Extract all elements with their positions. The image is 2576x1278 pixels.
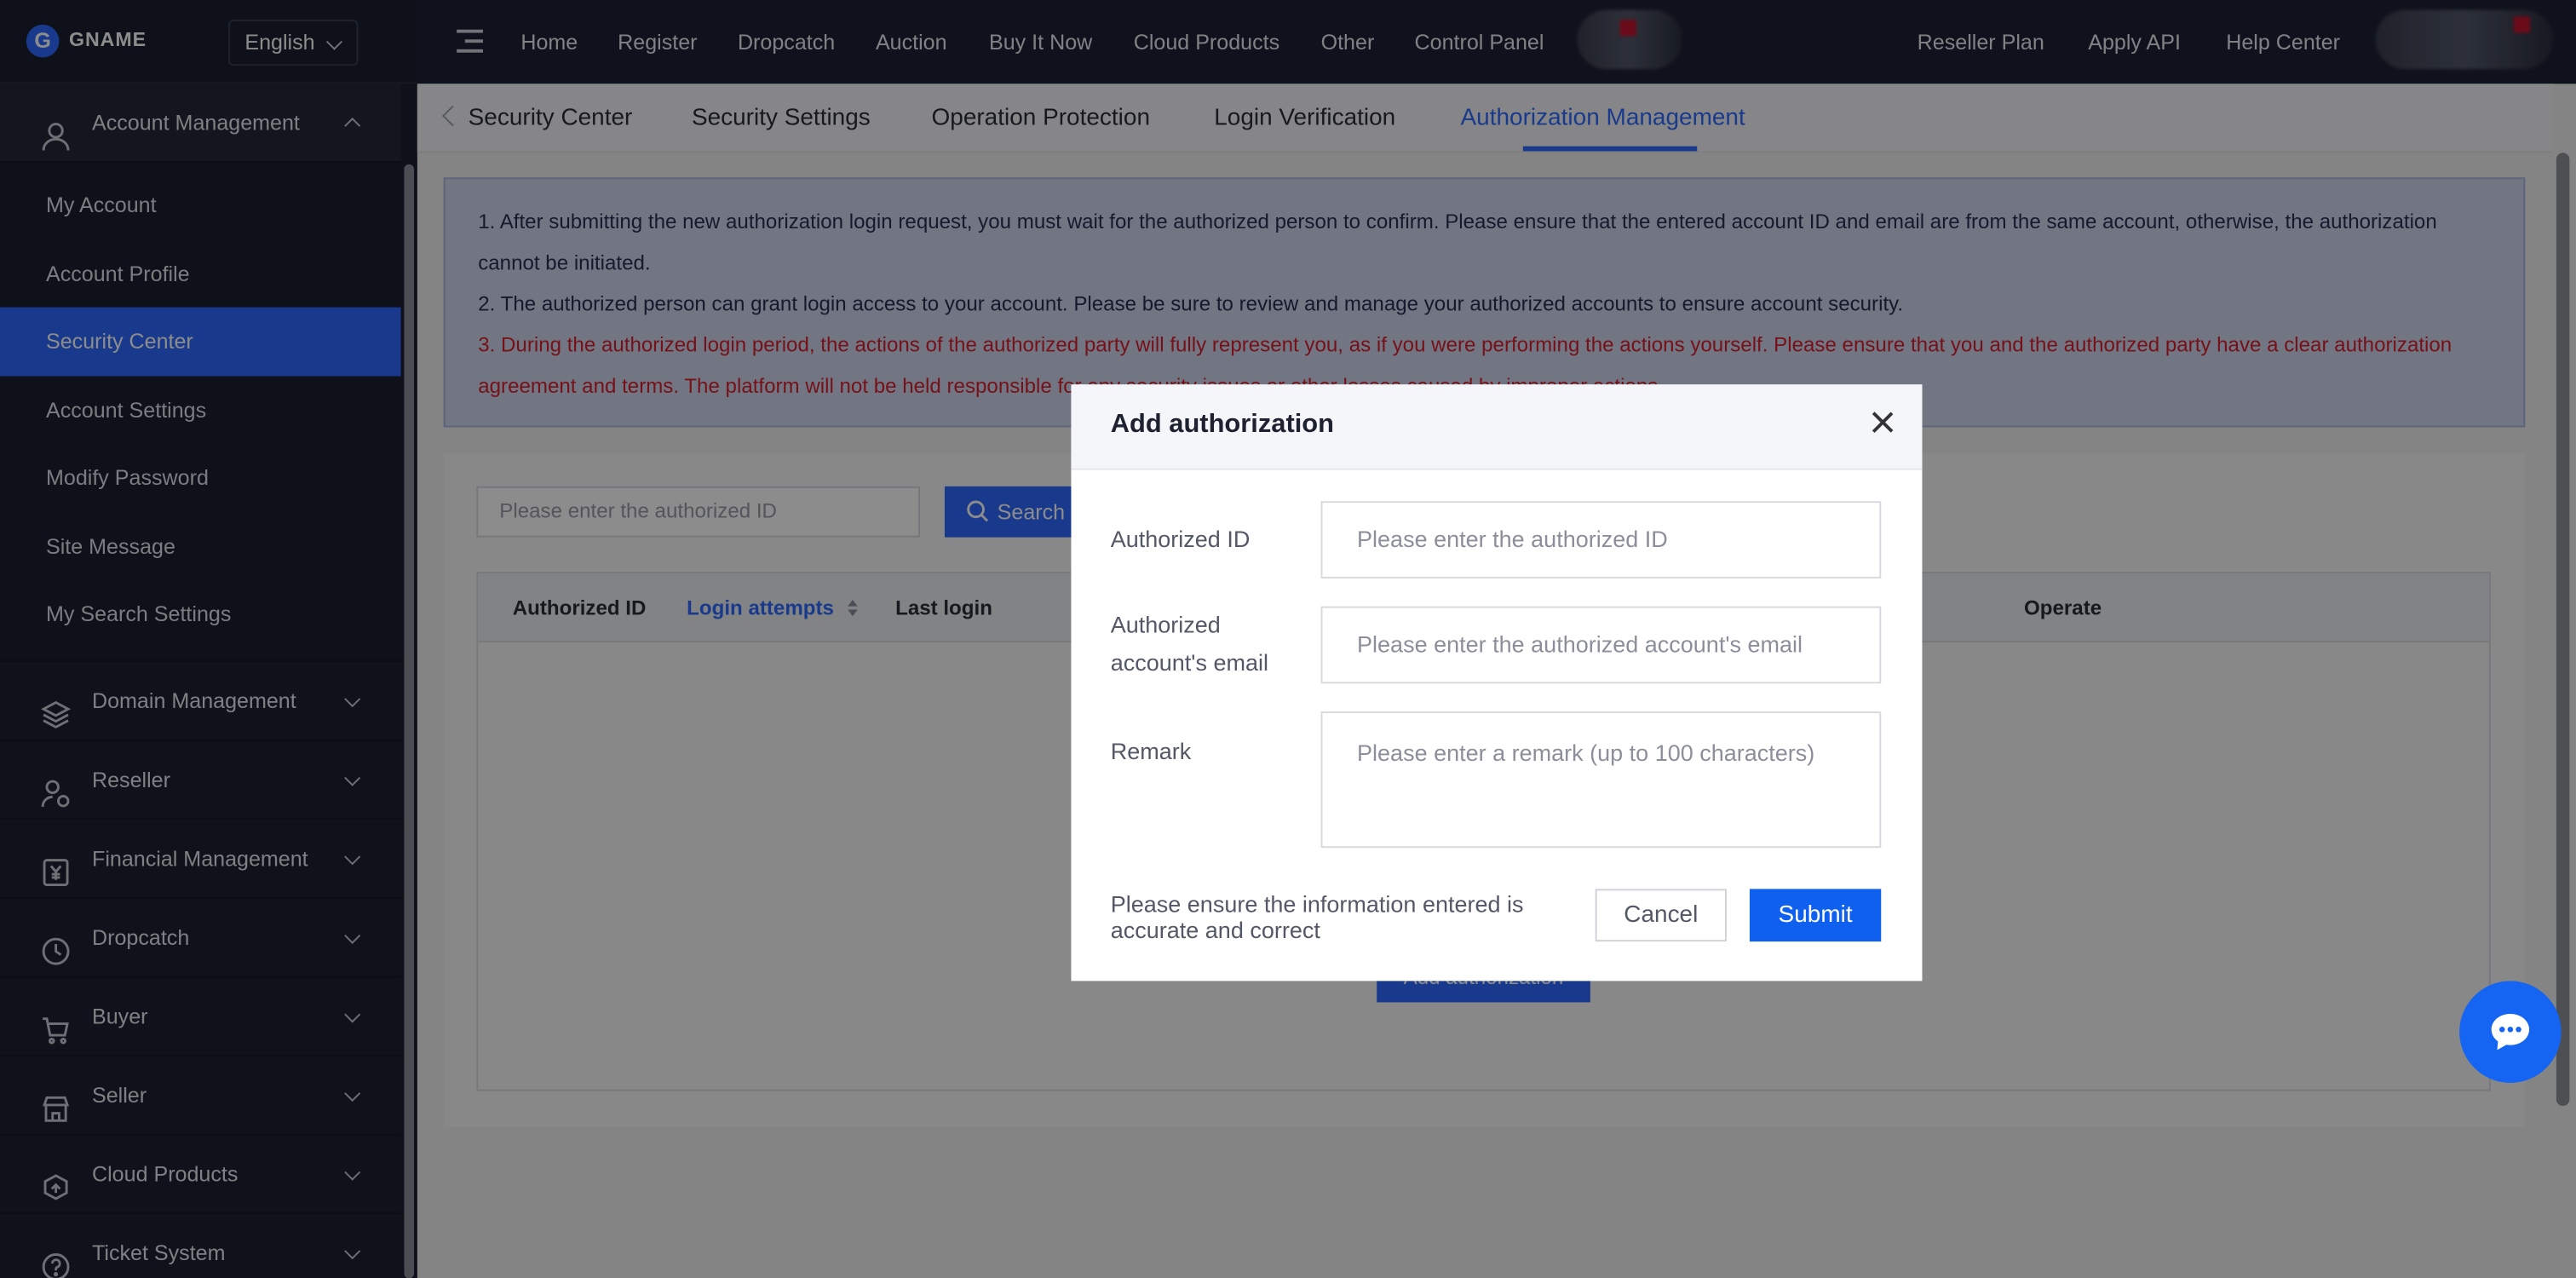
cancel-button[interactable]: Cancel	[1595, 889, 1727, 942]
close-icon[interactable]	[1870, 409, 1896, 435]
dialog-title: Add authorization	[1110, 411, 1334, 439]
app-root: G GNAME English Account Management My Ac…	[0, 0, 2576, 1278]
chat-support-button[interactable]	[2459, 981, 2562, 1083]
remark-textarea[interactable]: Please enter a remark (up to 100 charact…	[1320, 711, 1882, 849]
authorized-email-input[interactable]: Please enter the authorized account's em…	[1320, 606, 1882, 684]
authorized-id-label: Authorized ID	[1110, 526, 1251, 553]
add-authorization-dialog: Add authorization Authorized ID Please e…	[1071, 384, 1923, 982]
dialog-header: Add authorization	[1071, 384, 1923, 470]
chat-bubble-icon	[2491, 1013, 2530, 1051]
submit-button[interactable]: Submit	[1749, 889, 1882, 942]
remark-label: Remark	[1110, 737, 1192, 764]
accuracy-hint: Please ensure the information entered is…	[1110, 890, 1524, 944]
authorized-email-label: Authorized account's email	[1110, 611, 1268, 676]
authorized-id-input[interactable]: Please enter the authorized ID	[1320, 501, 1882, 579]
